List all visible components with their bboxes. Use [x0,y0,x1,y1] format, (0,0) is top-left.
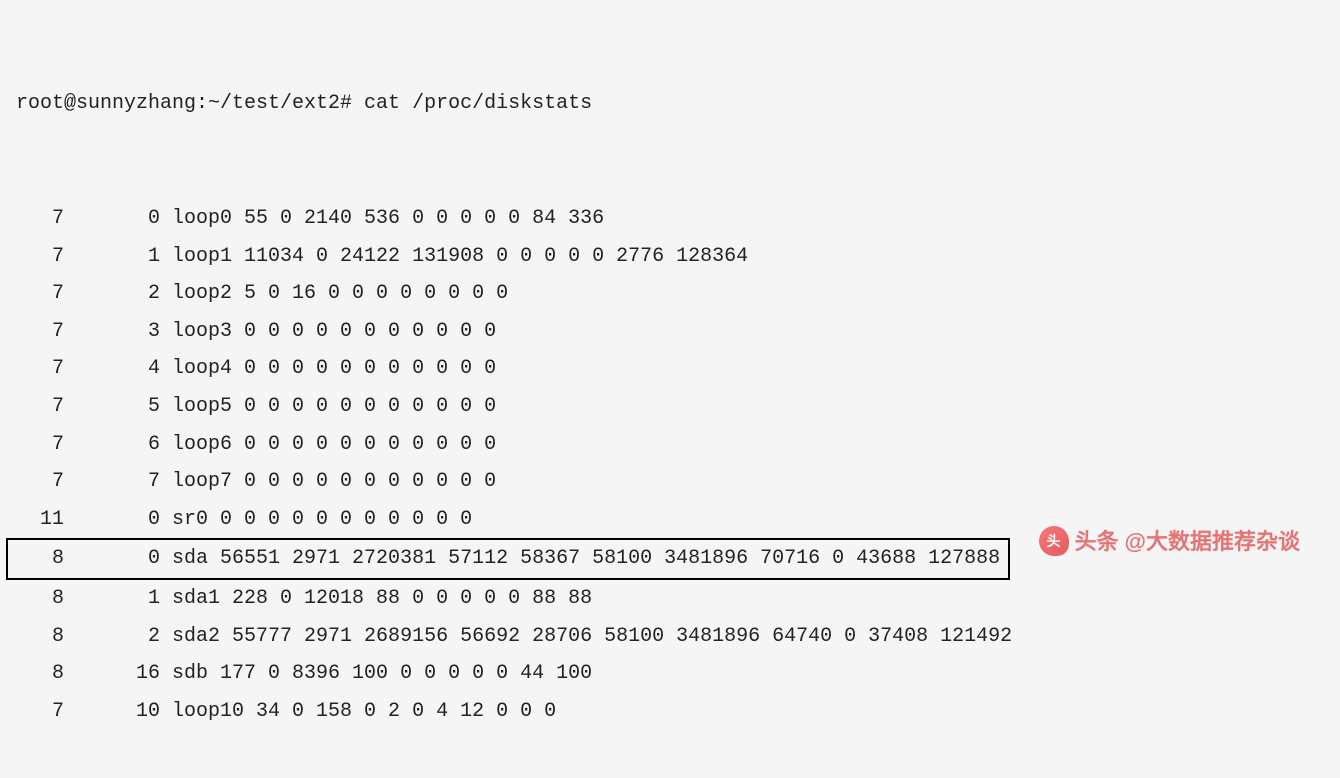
diskstats-row: 7 1 loop1 11034 0 24122 131908 0 0 0 0 0… [16,238,1324,276]
terminal-output: root@sunnyzhang:~/test/ext2# cat /proc/d… [16,10,1324,768]
watermark-handle: @大数据推荐杂谈 [1125,521,1300,562]
highlighted-diskstats-row: 8 0 sda 56551 2971 2720381 57112 58367 5… [6,538,1010,580]
diskstats-row: 7 5 loop5 0 0 0 0 0 0 0 0 0 0 0 [16,388,1324,426]
command-prompt: root@sunnyzhang:~/test/ext2# cat /proc/d… [16,85,1324,123]
diskstats-row: 7 10 loop10 34 0 158 0 2 0 4 12 0 0 0 [16,693,1324,731]
diskstats-rows: 7 0 loop0 55 0 2140 536 0 0 0 0 0 84 336… [16,200,1324,730]
diskstats-row: 7 0 loop0 55 0 2140 536 0 0 0 0 0 84 336 [16,200,1324,238]
watermark: 头 头条 @大数据推荐杂谈 [1039,521,1300,562]
diskstats-row: 7 2 loop2 5 0 16 0 0 0 0 0 0 0 0 [16,275,1324,313]
diskstats-row: 8 2 sda2 55777 2971 2689156 56692 28706 … [16,618,1324,656]
diskstats-row: 8 1 sda1 228 0 12018 88 0 0 0 0 0 88 88 [16,580,1324,618]
toutiao-icon: 头 [1039,526,1069,556]
diskstats-row: 7 3 loop3 0 0 0 0 0 0 0 0 0 0 0 [16,313,1324,351]
diskstats-row: 8 16 sdb 177 0 8396 100 0 0 0 0 0 44 100 [16,655,1324,693]
diskstats-row: 7 6 loop6 0 0 0 0 0 0 0 0 0 0 0 [16,426,1324,464]
diskstats-row: 7 4 loop4 0 0 0 0 0 0 0 0 0 0 0 [16,350,1324,388]
diskstats-row: 7 7 loop7 0 0 0 0 0 0 0 0 0 0 0 [16,463,1324,501]
watermark-label: 头条 [1075,521,1119,562]
